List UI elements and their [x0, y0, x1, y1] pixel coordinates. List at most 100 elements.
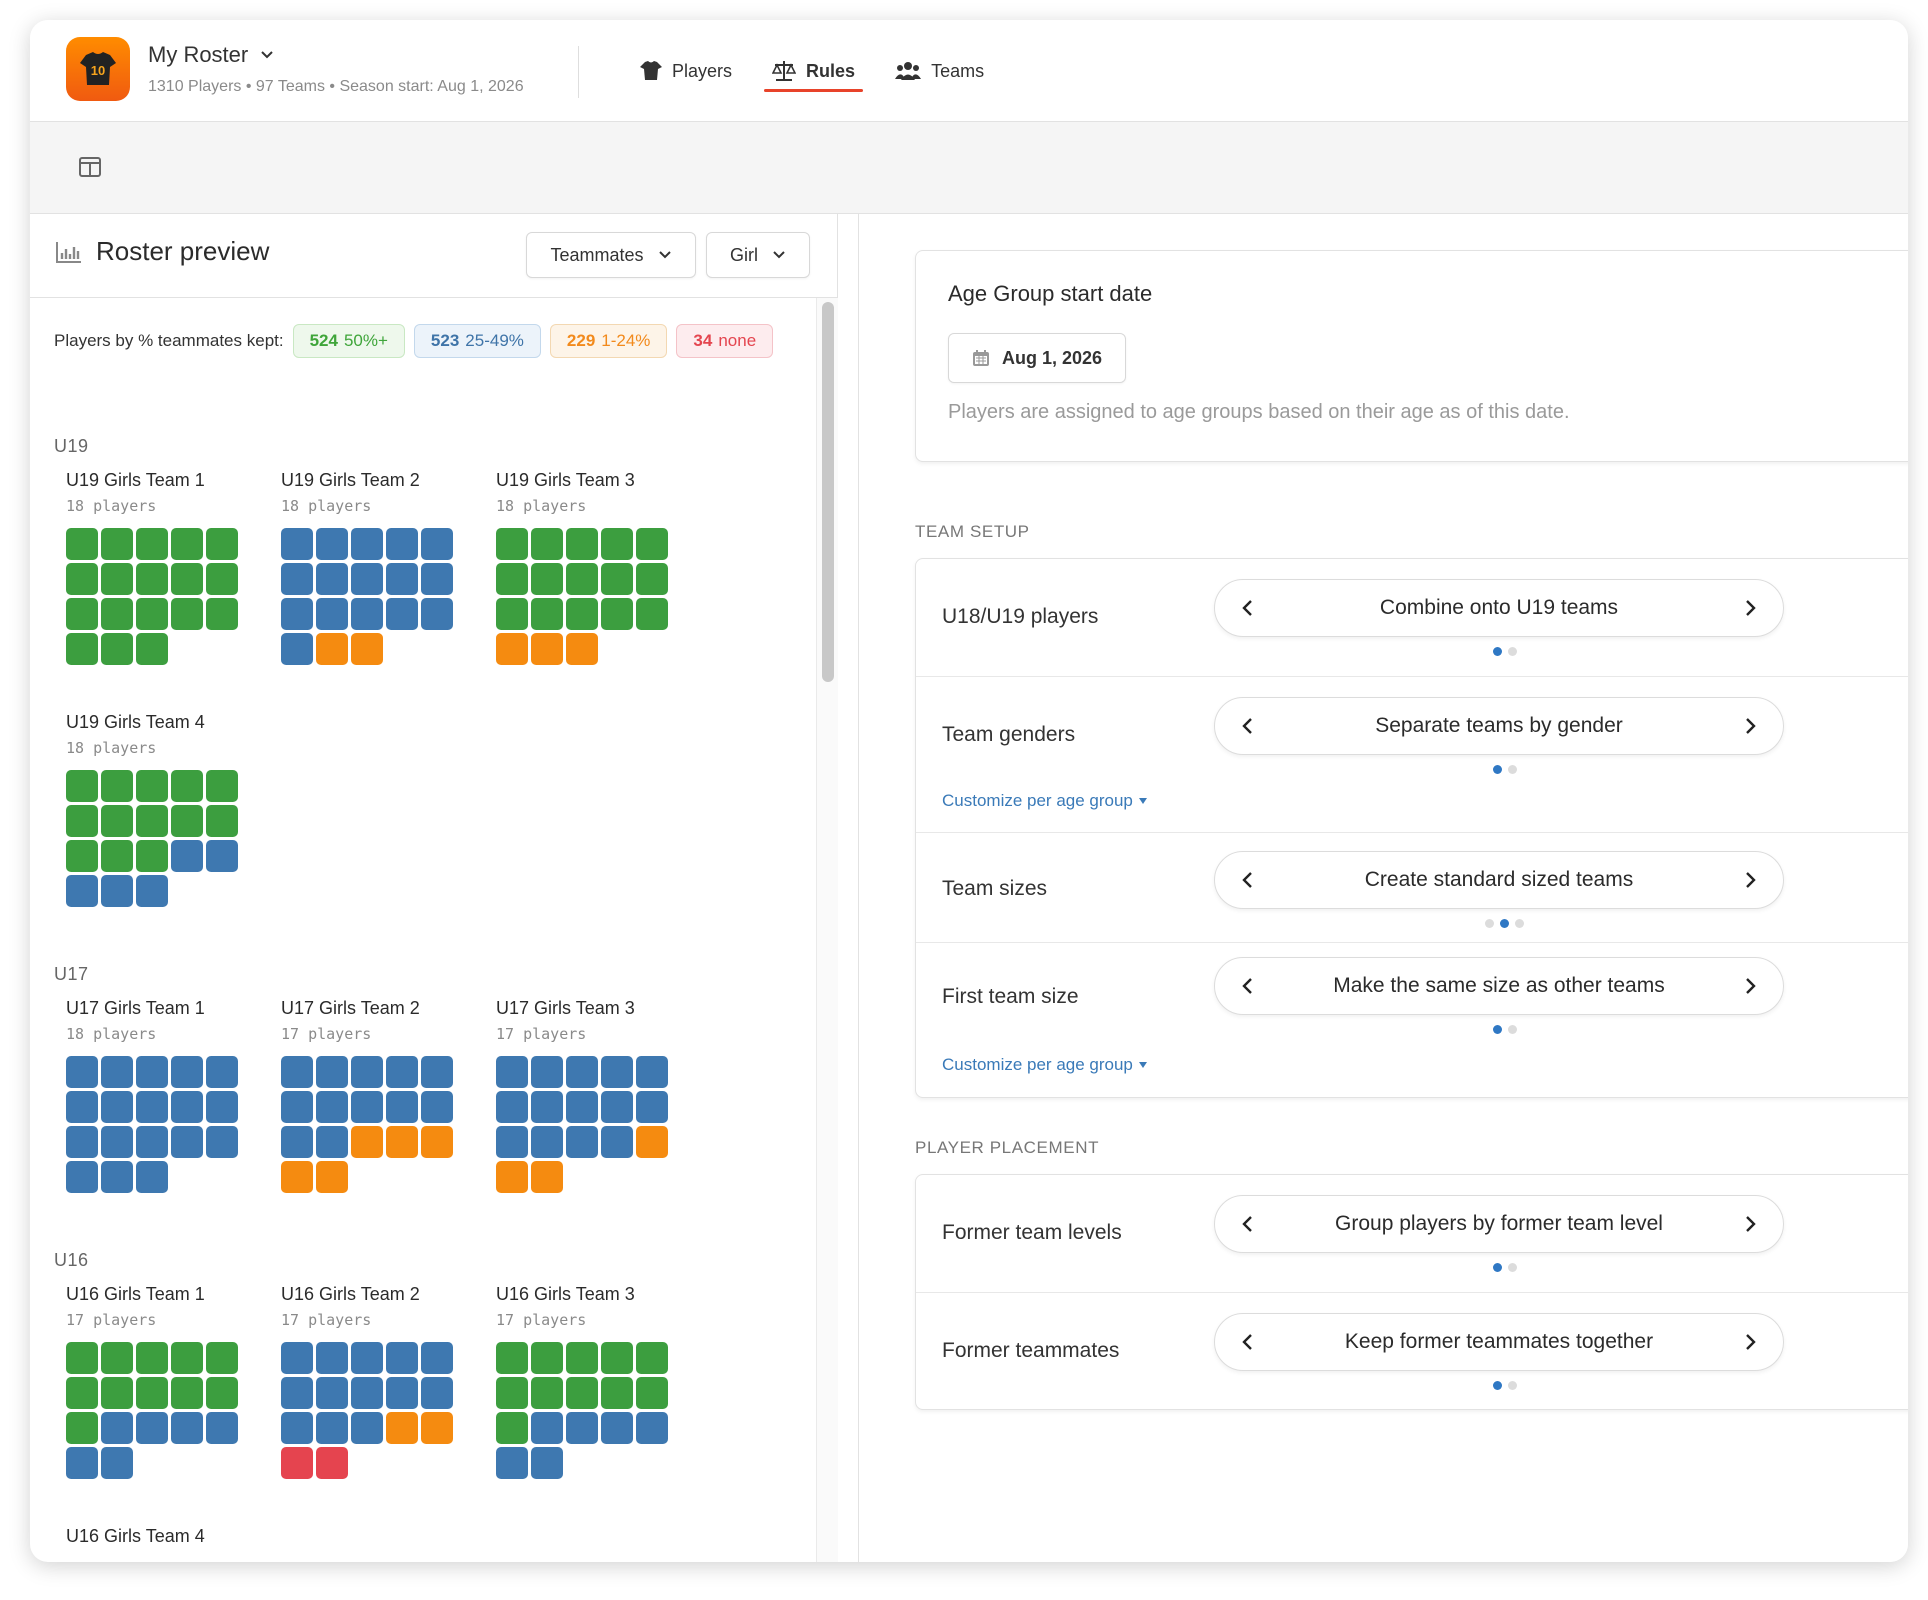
- player-square-blue[interactable]: [386, 528, 418, 560]
- player-square-green[interactable]: [496, 1342, 528, 1374]
- player-square-red[interactable]: [316, 1447, 348, 1479]
- player-square-green[interactable]: [496, 598, 528, 630]
- pager-dot[interactable]: [1508, 1025, 1517, 1034]
- player-square-green[interactable]: [101, 528, 133, 560]
- player-square-green[interactable]: [66, 1377, 98, 1409]
- player-square-blue[interactable]: [531, 1412, 563, 1444]
- player-square-green[interactable]: [136, 528, 168, 560]
- pager-dot[interactable]: [1485, 919, 1494, 928]
- player-square-blue[interactable]: [136, 875, 168, 907]
- player-square-blue[interactable]: [351, 1377, 383, 1409]
- player-square-green[interactable]: [101, 770, 133, 802]
- prev-option-button[interactable]: [1233, 594, 1261, 622]
- player-square-blue[interactable]: [281, 528, 313, 560]
- nav-players[interactable]: Players: [620, 20, 752, 122]
- prev-option-button[interactable]: [1233, 972, 1261, 1000]
- player-square-blue[interactable]: [66, 1161, 98, 1193]
- player-square-green[interactable]: [171, 770, 203, 802]
- customize-per-age-group-link[interactable]: Customize per age group: [942, 1055, 1147, 1075]
- prev-option-button[interactable]: [1233, 1328, 1261, 1356]
- player-square-green[interactable]: [636, 563, 668, 595]
- player-square-orange[interactable]: [421, 1412, 453, 1444]
- player-square-green[interactable]: [101, 840, 133, 872]
- player-square-blue[interactable]: [66, 875, 98, 907]
- player-square-green[interactable]: [171, 528, 203, 560]
- team-card[interactable]: U17 Girls Team 2 17 players: [281, 998, 471, 1193]
- player-square-blue[interactable]: [101, 875, 133, 907]
- roster-switcher[interactable]: My Roster: [148, 42, 274, 68]
- player-square-green[interactable]: [171, 598, 203, 630]
- player-square-blue[interactable]: [206, 1412, 238, 1444]
- player-square-blue[interactable]: [281, 1126, 313, 1158]
- player-square-blue[interactable]: [316, 1377, 348, 1409]
- next-option-button[interactable]: [1737, 866, 1765, 894]
- player-square-blue[interactable]: [351, 563, 383, 595]
- player-square-green[interactable]: [531, 1377, 563, 1409]
- player-square-orange[interactable]: [386, 1126, 418, 1158]
- player-square-orange[interactable]: [386, 1412, 418, 1444]
- player-square-green[interactable]: [601, 1342, 633, 1374]
- player-square-blue[interactable]: [601, 1126, 633, 1158]
- player-square-blue[interactable]: [101, 1126, 133, 1158]
- player-square-blue[interactable]: [101, 1412, 133, 1444]
- player-square-blue[interactable]: [281, 598, 313, 630]
- player-square-green[interactable]: [636, 1342, 668, 1374]
- player-square-orange[interactable]: [351, 1126, 383, 1158]
- player-square-blue[interactable]: [421, 1342, 453, 1374]
- player-square-blue[interactable]: [66, 1126, 98, 1158]
- player-square-orange[interactable]: [531, 1161, 563, 1193]
- player-square-green[interactable]: [496, 563, 528, 595]
- next-option-button[interactable]: [1737, 712, 1765, 740]
- player-square-blue[interactable]: [496, 1447, 528, 1479]
- player-square-orange[interactable]: [316, 1161, 348, 1193]
- player-square-blue[interactable]: [421, 1377, 453, 1409]
- player-square-green[interactable]: [531, 598, 563, 630]
- next-option-button[interactable]: [1737, 1210, 1765, 1238]
- pager-dot[interactable]: [1508, 647, 1517, 656]
- player-square-green[interactable]: [206, 770, 238, 802]
- next-option-button[interactable]: [1737, 594, 1765, 622]
- player-square-green[interactable]: [206, 563, 238, 595]
- player-square-green[interactable]: [566, 528, 598, 560]
- player-square-green[interactable]: [566, 563, 598, 595]
- team-card[interactable]: U19 Girls Team 2 18 players: [281, 470, 471, 665]
- player-square-green[interactable]: [531, 528, 563, 560]
- player-square-blue[interactable]: [496, 1056, 528, 1088]
- player-square-green[interactable]: [566, 1342, 598, 1374]
- player-square-orange[interactable]: [496, 633, 528, 665]
- player-square-green[interactable]: [636, 528, 668, 560]
- player-square-green[interactable]: [101, 633, 133, 665]
- player-square-blue[interactable]: [636, 1412, 668, 1444]
- player-square-blue[interactable]: [101, 1056, 133, 1088]
- player-square-blue[interactable]: [421, 1091, 453, 1123]
- player-square-orange[interactable]: [351, 633, 383, 665]
- team-card[interactable]: U17 Girls Team 1 18 players: [66, 998, 256, 1193]
- player-square-green[interactable]: [101, 1377, 133, 1409]
- team-card[interactable]: U19 Girls Team 1 18 players: [66, 470, 256, 665]
- player-square-green[interactable]: [206, 598, 238, 630]
- player-square-orange[interactable]: [316, 633, 348, 665]
- player-square-blue[interactable]: [171, 1056, 203, 1088]
- player-square-blue[interactable]: [421, 528, 453, 560]
- player-square-blue[interactable]: [351, 1342, 383, 1374]
- player-square-blue[interactable]: [386, 1377, 418, 1409]
- customize-per-age-group-link[interactable]: Customize per age group: [942, 791, 1147, 811]
- player-square-green[interactable]: [531, 563, 563, 595]
- player-square-green[interactable]: [601, 598, 633, 630]
- player-square-blue[interactable]: [316, 1091, 348, 1123]
- player-square-green[interactable]: [66, 770, 98, 802]
- prev-option-button[interactable]: [1233, 866, 1261, 894]
- player-square-green[interactable]: [601, 528, 633, 560]
- player-square-blue[interactable]: [316, 563, 348, 595]
- player-square-green[interactable]: [136, 840, 168, 872]
- player-square-blue[interactable]: [171, 1091, 203, 1123]
- player-square-green[interactable]: [171, 1377, 203, 1409]
- player-square-blue[interactable]: [386, 563, 418, 595]
- player-square-orange[interactable]: [636, 1126, 668, 1158]
- player-square-green[interactable]: [531, 1342, 563, 1374]
- player-square-green[interactable]: [206, 805, 238, 837]
- player-square-blue[interactable]: [281, 1056, 313, 1088]
- player-square-green[interactable]: [206, 1342, 238, 1374]
- player-square-blue[interactable]: [206, 840, 238, 872]
- player-square-blue[interactable]: [281, 563, 313, 595]
